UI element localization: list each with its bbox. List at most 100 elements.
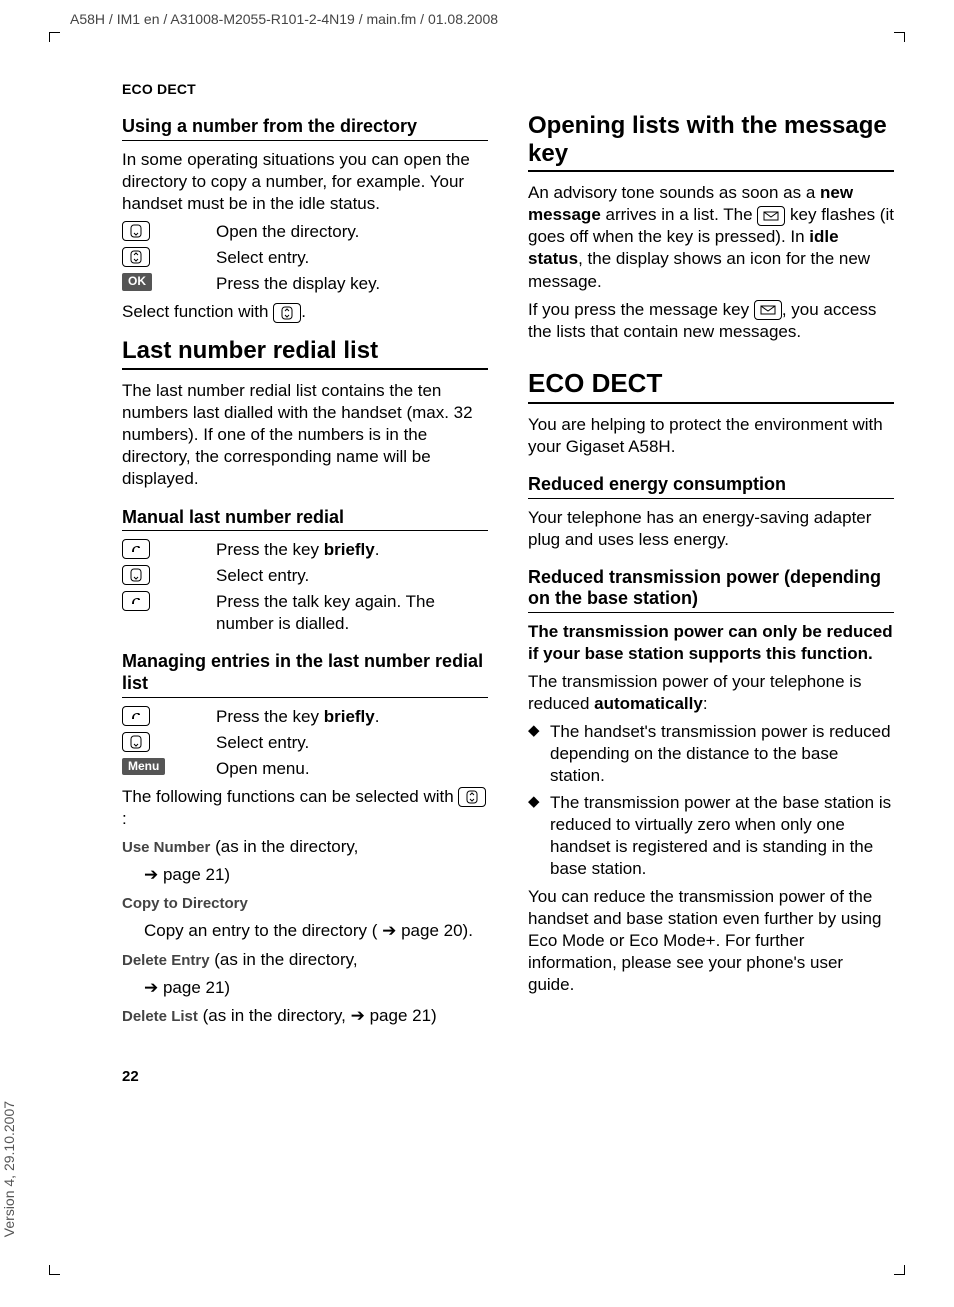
left-column: ECO DECT Using a number from the directo… xyxy=(122,80,488,1247)
function-desc: Copy an entry to the directory ( ➔ page … xyxy=(122,920,488,942)
diamond-icon: ◆ xyxy=(528,792,542,880)
text: , the display shows an icon for the new … xyxy=(528,249,870,290)
crop-path: A58H / IM1 en / A31008-M2055-R101-2-4N19… xyxy=(70,10,498,28)
step-text: Open the directory. xyxy=(216,221,488,243)
function-item: Delete List (as in the directory, ➔ page… xyxy=(122,1005,488,1027)
crop-mark xyxy=(40,32,60,52)
text-bold: The transmission power can only be reduc… xyxy=(528,622,893,663)
step-text: Open menu. xyxy=(216,758,488,780)
function-ref: ➔ page 21) xyxy=(122,977,488,999)
body-text: The last number redial list contains the… xyxy=(122,380,488,490)
step-row: Menu Open menu. xyxy=(122,758,488,780)
updown-key-icon xyxy=(273,303,301,323)
step-text: Press the key briefly. xyxy=(216,539,488,561)
step-text: Press the key briefly. xyxy=(216,706,488,728)
text: : xyxy=(122,809,127,828)
function-label: Delete List xyxy=(122,1008,198,1025)
step-text: Press the display key. xyxy=(216,273,488,295)
heading-managing-entries: Managing entries in the last number redi… xyxy=(122,651,488,697)
body-text: You can reduce the transmission power of… xyxy=(528,886,894,996)
heading-manual-redial: Manual last number redial xyxy=(122,507,488,532)
text: . xyxy=(375,540,380,559)
body-text: The transmission power of your telephone… xyxy=(528,671,894,715)
step-text: Press the talk key again. The number is … xyxy=(216,591,488,635)
body-text: An advisory tone sounds as soon as a new… xyxy=(528,182,894,292)
text: . xyxy=(375,707,380,726)
heading-eco-dect: ECO DECT xyxy=(528,369,894,404)
heading-reduced-energy: Reduced energy consumption xyxy=(528,474,894,499)
crop-mark xyxy=(40,1255,60,1275)
text: : xyxy=(703,694,708,713)
text-bold: briefly xyxy=(324,540,375,559)
step-row: Select entry. xyxy=(122,565,488,587)
crop-mark xyxy=(894,32,914,52)
text: page 21) xyxy=(158,978,230,997)
function-item: Copy to Directory xyxy=(122,892,488,914)
list-item: ◆The transmission power at the base stat… xyxy=(528,792,894,880)
function-item: Use Number (as in the directory, xyxy=(122,836,488,858)
text: If you press the message key xyxy=(528,300,754,319)
talk-key-icon xyxy=(122,539,202,559)
text: (as in the directory, xyxy=(198,1006,351,1025)
page-content: ECO DECT Using a number from the directo… xyxy=(122,80,894,1247)
step-text: Select entry. xyxy=(216,565,488,587)
step-row: Select entry. xyxy=(122,732,488,754)
updown-key-icon xyxy=(458,787,486,807)
text-bold: automatically xyxy=(594,694,703,713)
text: Select function with xyxy=(122,302,273,321)
text-bold: briefly xyxy=(324,707,375,726)
text: The following functions can be selected … xyxy=(122,787,458,806)
down-key-icon xyxy=(122,221,202,241)
arrow-icon: ➔ xyxy=(382,921,396,940)
body-text: You are helping to protect the environme… xyxy=(528,414,894,458)
text: An advisory tone sounds as soon as a xyxy=(528,183,820,202)
text: The transmission power at the base stati… xyxy=(550,792,894,880)
down-key-icon xyxy=(122,565,202,585)
step-row: Open the directory. xyxy=(122,221,488,243)
text: arrives in a list. The xyxy=(601,205,758,224)
step-row: Press the key briefly. xyxy=(122,539,488,561)
heading-using-number: Using a number from the directory xyxy=(122,116,488,141)
text: page 21) xyxy=(158,865,230,884)
talk-key-icon xyxy=(122,706,202,726)
talk-key-icon xyxy=(122,591,202,611)
body-text: Select function with . xyxy=(122,301,488,323)
function-item: Delete Entry (as in the directory, xyxy=(122,949,488,971)
heading-opening-lists: Opening lists with the message key xyxy=(528,112,894,172)
function-label: Copy to Directory xyxy=(122,895,248,912)
page-number: 22 xyxy=(122,1067,488,1087)
text: The handset's transmission power is redu… xyxy=(550,721,894,787)
function-label: Use Number xyxy=(122,839,210,856)
menu-key-icon: Menu xyxy=(122,758,202,776)
down-key-icon xyxy=(122,732,202,752)
step-row: Press the talk key again. The number is … xyxy=(122,591,488,635)
step-text: Select entry. xyxy=(216,247,488,269)
text: Press the key xyxy=(216,540,324,559)
body-text: Your telephone has an energy-saving adap… xyxy=(528,507,894,551)
right-column: Opening lists with the message key An ad… xyxy=(528,80,894,1247)
arrow-icon: ➔ xyxy=(351,1006,365,1025)
message-key-icon xyxy=(757,206,785,226)
arrow-icon: ➔ xyxy=(144,978,158,997)
body-text: The following functions can be selected … xyxy=(122,786,488,830)
step-text: Select entry. xyxy=(216,732,488,754)
body-text: The transmission power can only be reduc… xyxy=(528,621,894,665)
message-key-icon xyxy=(754,300,782,320)
step-row: OK Press the display key. xyxy=(122,273,488,295)
step-row: Press the key briefly. xyxy=(122,706,488,728)
updown-key-icon xyxy=(122,247,202,267)
function-ref: ➔ page 21) xyxy=(122,864,488,886)
text: Press the key xyxy=(216,707,324,726)
heading-reduced-transmission: Reduced transmission power (depending on… xyxy=(528,567,894,613)
function-label: Delete Entry xyxy=(122,952,210,969)
text: (as in the directory, xyxy=(210,950,358,969)
ok-key-icon: OK xyxy=(122,273,202,291)
text: . xyxy=(301,302,306,321)
heading-last-number: Last number redial list xyxy=(122,337,488,370)
body-text: If you press the message key , you acces… xyxy=(528,299,894,343)
running-head: ECO DECT xyxy=(122,80,488,98)
arrow-icon: ➔ xyxy=(144,865,158,884)
text: page 21) xyxy=(365,1006,437,1025)
text: (as in the directory, xyxy=(210,837,358,856)
version-text: Version 4, 29.10.2007 xyxy=(0,1101,18,1237)
